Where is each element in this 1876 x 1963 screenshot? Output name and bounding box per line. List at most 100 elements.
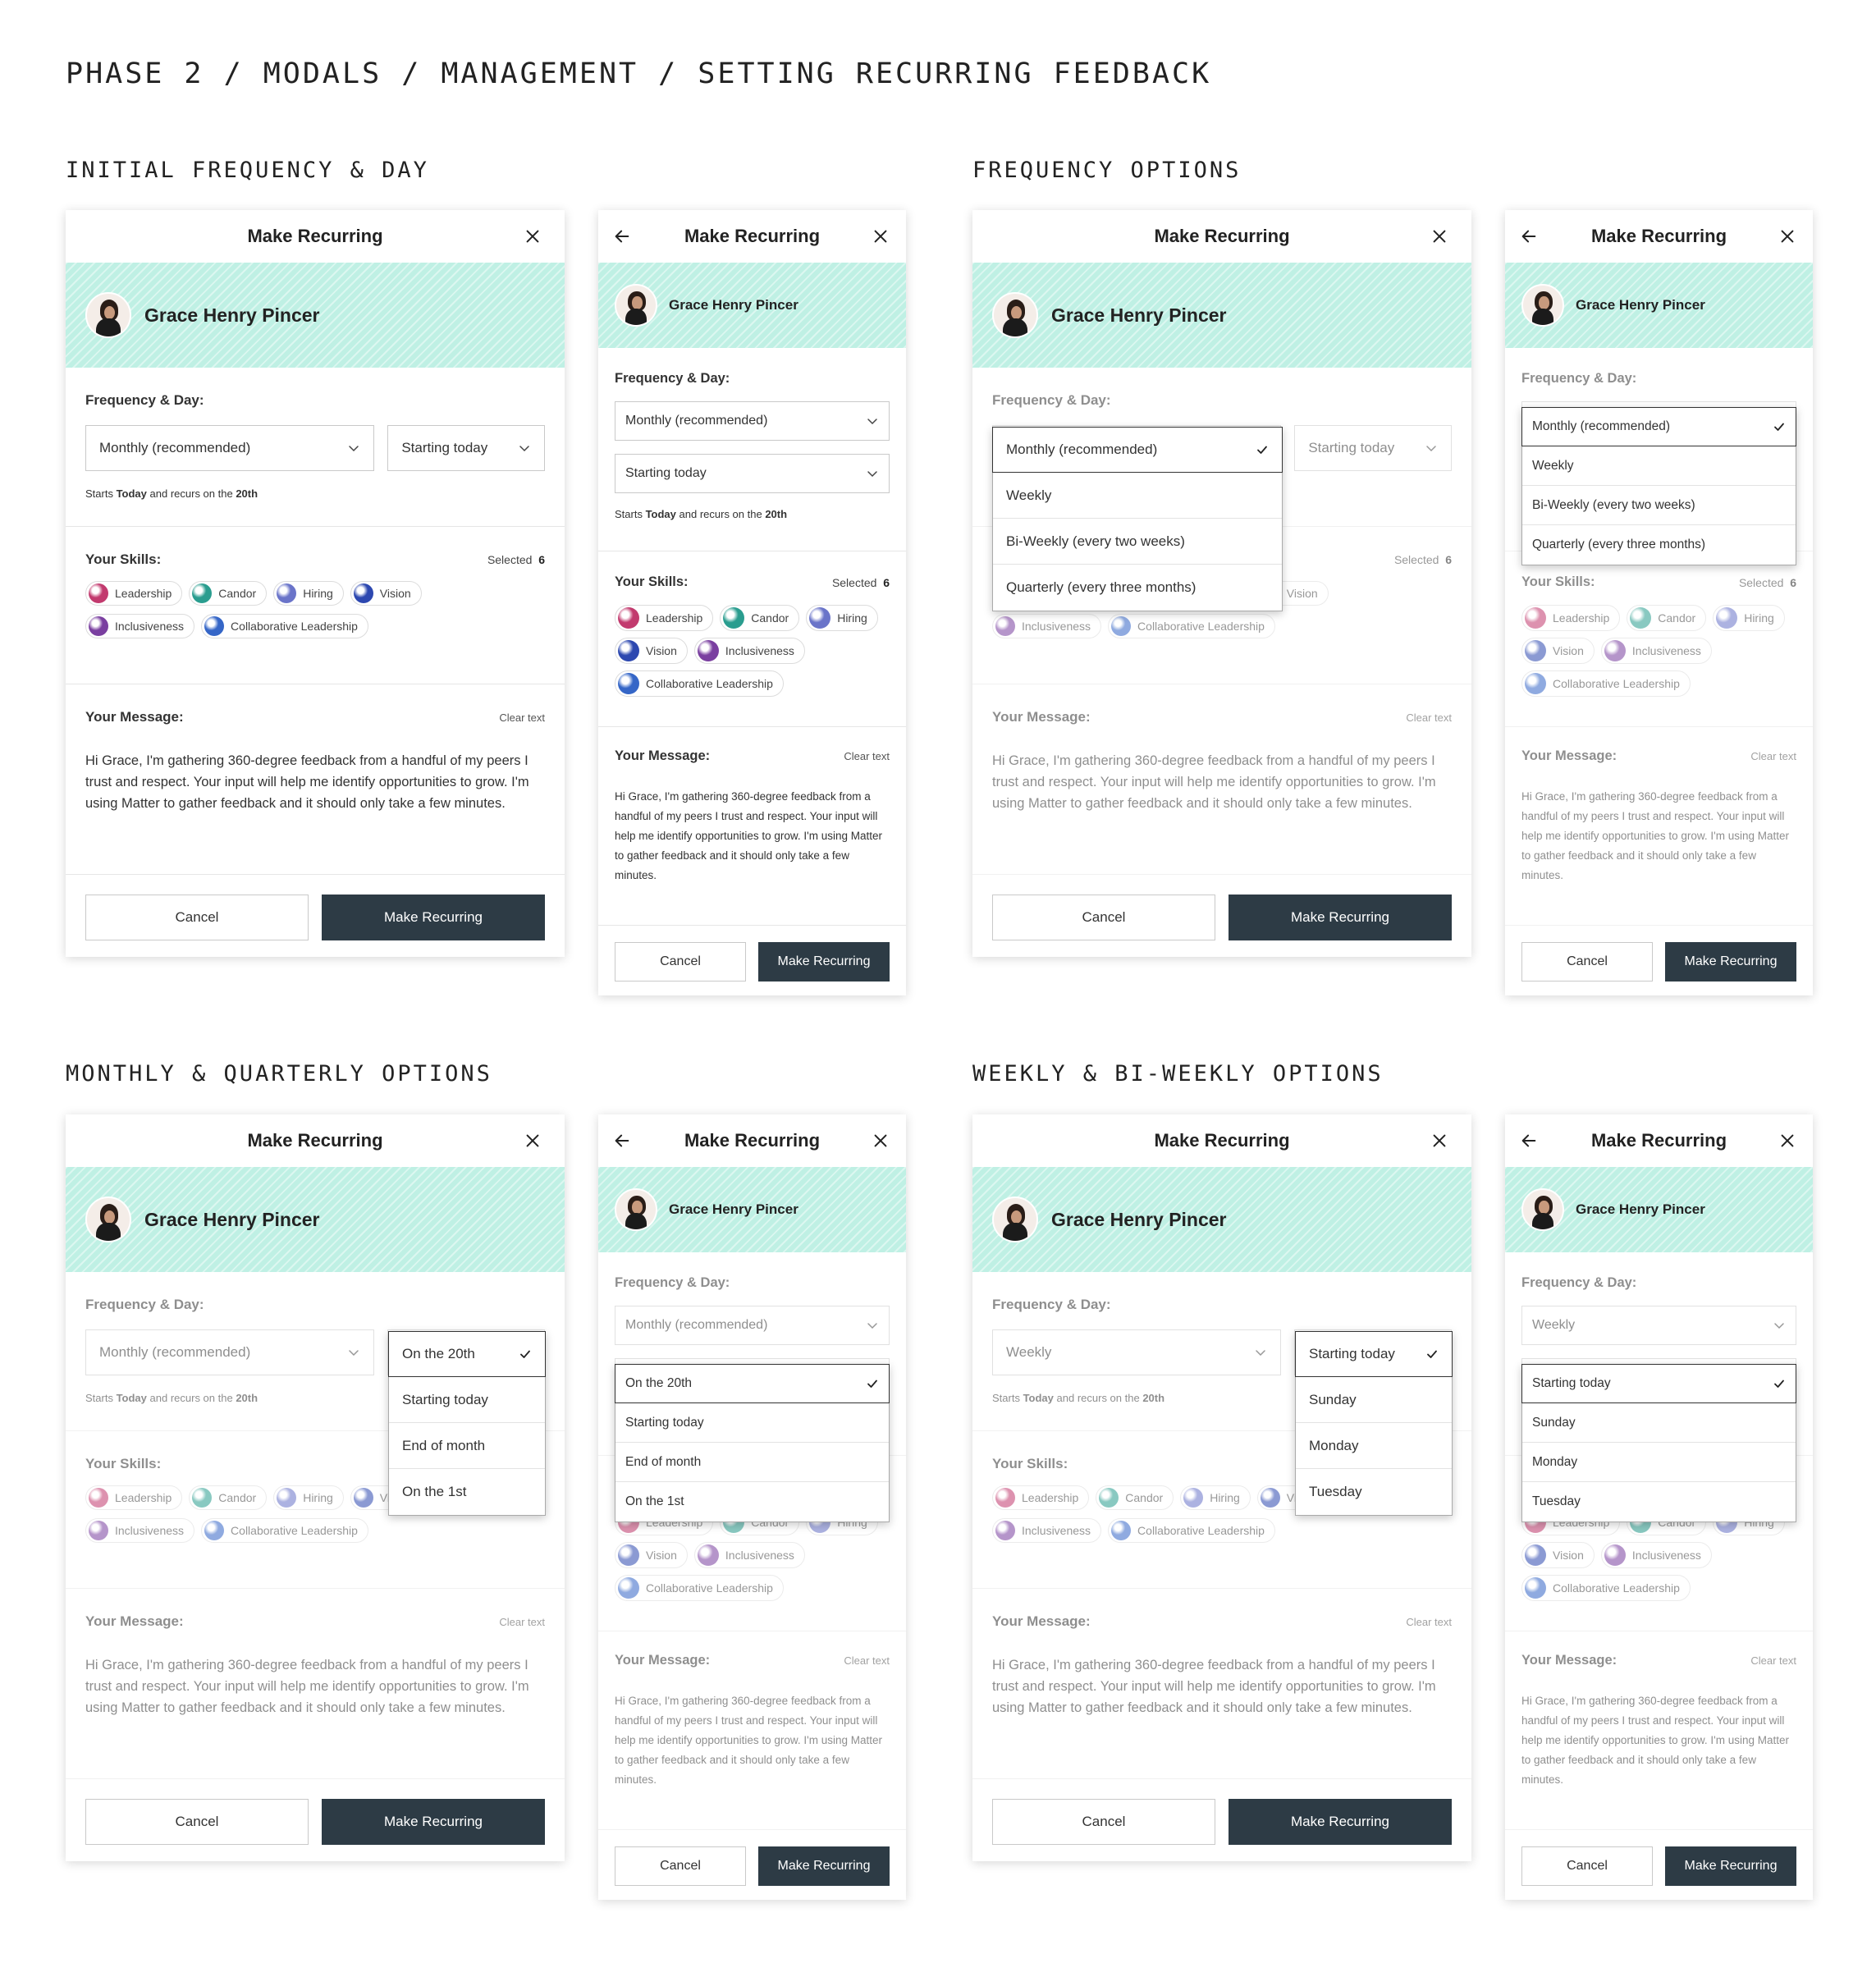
- message-text[interactable]: Hi Grace, I'm gathering 360-degree feedb…: [85, 750, 545, 814]
- close-button[interactable]: [1775, 1114, 1800, 1167]
- message-text[interactable]: Hi Grace, I'm gathering 360-degree feedb…: [615, 787, 890, 885]
- skill-chip[interactable]: Collaborative Leadership: [1108, 614, 1275, 638]
- frequency-select[interactable]: Monthly (recommended): [85, 1329, 375, 1375]
- skill-chip[interactable]: Candor: [1096, 1485, 1174, 1510]
- skill-chip[interactable]: Leadership: [1521, 605, 1621, 631]
- dropdown-option[interactable]: End of month: [389, 1423, 545, 1469]
- clear-text-link[interactable]: Clear text: [1750, 750, 1796, 762]
- day-select[interactable]: Starting today: [387, 425, 545, 471]
- back-button[interactable]: [1517, 210, 1541, 263]
- skill-chip[interactable]: Collaborative Leadership: [201, 1518, 368, 1543]
- dropdown-option[interactable]: Monthly (recommended): [1521, 407, 1796, 446]
- dropdown-option[interactable]: Bi-Weekly (every two weeks): [993, 519, 1282, 565]
- message-text[interactable]: Hi Grace, I'm gathering 360-degree feedb…: [615, 1691, 890, 1790]
- cancel-button[interactable]: Cancel: [85, 1799, 309, 1845]
- dropdown-option[interactable]: Starting today: [615, 1403, 889, 1443]
- skill-chip[interactable]: Inclusiveness: [693, 638, 805, 664]
- skill-chip[interactable]: Inclusiveness: [1600, 638, 1712, 664]
- close-button[interactable]: [868, 1114, 893, 1167]
- close-button[interactable]: [1427, 210, 1452, 263]
- close-button[interactable]: [520, 210, 545, 263]
- skill-chip[interactable]: Collaborative Leadership: [1521, 1575, 1691, 1601]
- cancel-button[interactable]: Cancel: [85, 895, 309, 940]
- skill-chip[interactable]: Vision: [615, 638, 688, 664]
- frequency-select[interactable]: Monthly (recommended): [615, 401, 890, 441]
- close-button[interactable]: [520, 1114, 545, 1167]
- frequency-select[interactable]: Monthly (recommended): [85, 425, 375, 471]
- make-recurring-button[interactable]: Make Recurring: [322, 1799, 545, 1845]
- back-button[interactable]: [610, 1114, 634, 1167]
- skill-chip[interactable]: Hiring: [273, 1485, 344, 1510]
- dropdown-option[interactable]: Tuesday: [1296, 1469, 1452, 1515]
- skill-chip[interactable]: Hiring: [1180, 1485, 1251, 1510]
- skill-chip[interactable]: Collaborative Leadership: [615, 1575, 784, 1601]
- skill-chip[interactable]: Collaborative Leadership: [1521, 670, 1691, 697]
- skill-chip[interactable]: Inclusiveness: [693, 1542, 805, 1568]
- skill-chip[interactable]: Hiring: [1713, 605, 1785, 631]
- make-recurring-button[interactable]: Make Recurring: [1665, 942, 1796, 982]
- skill-chip[interactable]: Inclusiveness: [1600, 1542, 1712, 1568]
- day-select[interactable]: Starting today: [615, 454, 890, 493]
- dropdown-option[interactable]: Quarterly (every three months): [993, 565, 1282, 611]
- dropdown-option[interactable]: Monday: [1522, 1443, 1796, 1482]
- clear-text-link[interactable]: Clear text: [844, 750, 890, 762]
- make-recurring-button[interactable]: Make Recurring: [322, 895, 545, 940]
- skill-chip[interactable]: Inclusiveness: [85, 614, 195, 638]
- skill-chip[interactable]: Collaborative Leadership: [1108, 1518, 1275, 1543]
- clear-text-link[interactable]: Clear text: [499, 1616, 545, 1628]
- cancel-button[interactable]: Cancel: [992, 1799, 1215, 1845]
- dropdown-option[interactable]: Weekly: [1522, 446, 1796, 486]
- dropdown-option[interactable]: Starting today: [1295, 1331, 1453, 1377]
- make-recurring-button[interactable]: Make Recurring: [1229, 895, 1452, 940]
- skill-chip[interactable]: Collaborative Leadership: [201, 614, 368, 638]
- dropdown-option[interactable]: On the 1st: [389, 1469, 545, 1515]
- dropdown-option[interactable]: Quarterly (every three months): [1522, 525, 1796, 565]
- cancel-button[interactable]: Cancel: [615, 1846, 746, 1886]
- dropdown-option[interactable]: End of month: [615, 1443, 889, 1482]
- dropdown-option[interactable]: Weekly: [993, 473, 1282, 519]
- make-recurring-button[interactable]: Make Recurring: [758, 942, 890, 982]
- skill-chip[interactable]: Inclusiveness: [992, 1518, 1102, 1543]
- dropdown-option[interactable]: Starting today: [1521, 1364, 1796, 1403]
- cancel-button[interactable]: Cancel: [992, 895, 1215, 940]
- make-recurring-button[interactable]: Make Recurring: [758, 1846, 890, 1886]
- close-button[interactable]: [1775, 210, 1800, 263]
- skill-chip[interactable]: Hiring: [273, 581, 344, 606]
- skill-chip[interactable]: Candor: [1627, 605, 1707, 631]
- dropdown-option[interactable]: On the 1st: [615, 1482, 889, 1521]
- cancel-button[interactable]: Cancel: [615, 942, 746, 982]
- skill-chip[interactable]: Vision: [1521, 1542, 1595, 1568]
- clear-text-link[interactable]: Clear text: [1750, 1654, 1796, 1667]
- frequency-select[interactable]: Weekly: [992, 1329, 1282, 1375]
- frequency-select[interactable]: Weekly: [1521, 1306, 1796, 1345]
- skill-chip[interactable]: Leadership: [615, 605, 714, 631]
- message-text[interactable]: Hi Grace, I'm gathering 360-degree feedb…: [1521, 787, 1796, 885]
- dropdown-option[interactable]: Tuesday: [1522, 1482, 1796, 1521]
- close-button[interactable]: [868, 210, 893, 263]
- dropdown-option[interactable]: Bi-Weekly (every two weeks): [1522, 486, 1796, 525]
- skill-chip[interactable]: Vision: [350, 581, 422, 606]
- skill-chip[interactable]: Vision: [615, 1542, 688, 1568]
- dropdown-option[interactable]: Starting today: [389, 1377, 545, 1423]
- day-select[interactable]: Starting today: [1294, 425, 1452, 471]
- dropdown-option[interactable]: Sunday: [1522, 1403, 1796, 1443]
- clear-text-link[interactable]: Clear text: [499, 712, 545, 724]
- frequency-select[interactable]: Monthly (recommended): [615, 1306, 890, 1345]
- message-text[interactable]: Hi Grace, I'm gathering 360-degree feedb…: [992, 750, 1452, 814]
- skill-chip[interactable]: Leadership: [992, 1485, 1090, 1510]
- dropdown-option[interactable]: Sunday: [1296, 1377, 1452, 1423]
- clear-text-link[interactable]: Clear text: [1406, 1616, 1452, 1628]
- skill-chip[interactable]: Inclusiveness: [992, 614, 1102, 638]
- skill-chip[interactable]: Vision: [1521, 638, 1595, 664]
- clear-text-link[interactable]: Clear text: [1406, 712, 1452, 724]
- close-button[interactable]: [1427, 1114, 1452, 1167]
- skill-chip[interactable]: Leadership: [85, 1485, 183, 1510]
- cancel-button[interactable]: Cancel: [1521, 942, 1653, 982]
- clear-text-link[interactable]: Clear text: [844, 1654, 890, 1667]
- cancel-button[interactable]: Cancel: [1521, 1846, 1653, 1886]
- dropdown-option[interactable]: On the 20th: [388, 1331, 546, 1377]
- make-recurring-button[interactable]: Make Recurring: [1665, 1846, 1796, 1886]
- skill-chip[interactable]: Candor: [720, 605, 800, 631]
- skill-chip[interactable]: Inclusiveness: [85, 1518, 195, 1543]
- dropdown-option[interactable]: Monthly (recommended): [992, 427, 1283, 473]
